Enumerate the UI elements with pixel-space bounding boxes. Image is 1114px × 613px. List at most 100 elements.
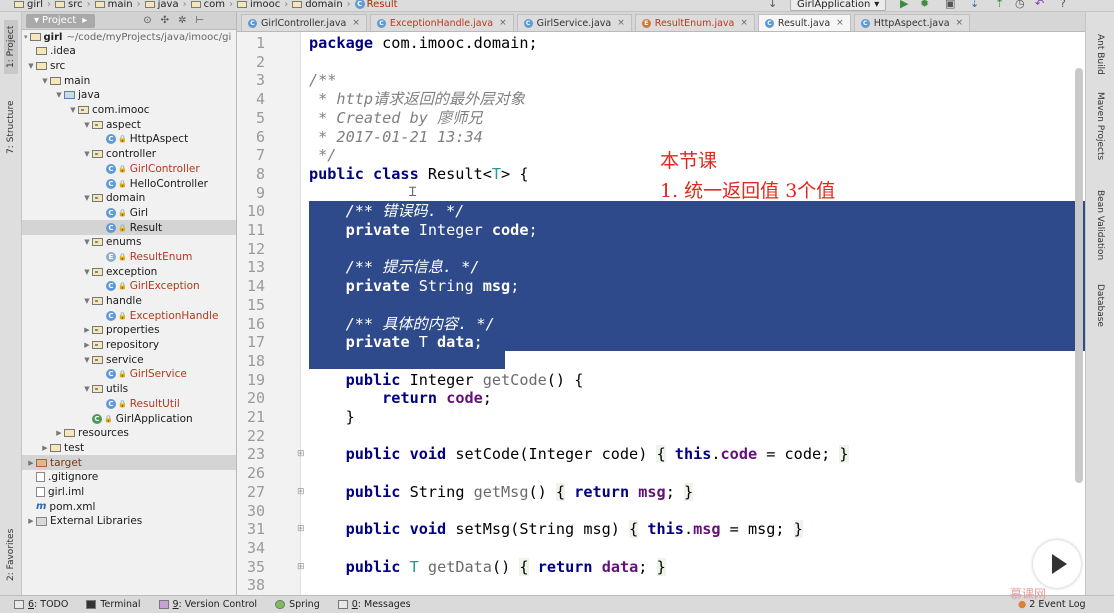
code-line[interactable] [301,502,1085,521]
tree-item[interactable]: ▼ java [22,88,236,103]
breadcrumb-girl[interactable]: girl › [14,0,51,10]
gear-icon[interactable]: ✲ [178,15,186,26]
code-line[interactable]: /** 提示信息. */ [301,258,1085,277]
hide-panel-icon[interactable]: ⊢ [195,15,204,26]
debug-icon[interactable]: ✹ [920,0,930,10]
code-line[interactable]: } [301,408,1085,427]
expand-arrow-icon[interactable]: ▼ [68,106,78,114]
code-line[interactable] [301,296,1085,315]
tree-item[interactable]: ▶ resources [22,426,236,441]
tree-item[interactable]: ▼ service [22,352,236,367]
close-icon[interactable]: × [352,18,360,28]
close-icon[interactable]: × [956,18,964,28]
code-line[interactable]: public void setMsg(String msg) { this.ms… [301,520,1085,539]
tree-item[interactable]: . idea [22,44,236,59]
expand-arrow-icon[interactable]: ▼ [82,238,92,246]
tab-favorites[interactable]: 2: Favorites [4,522,18,588]
tree-item[interactable]: ▼ src [22,59,236,74]
code-line[interactable]: public Integer getCode() { [301,371,1085,390]
editor-tab[interactable]: C GirlController.java × [241,14,367,31]
tab-structure[interactable]: 7: Structure [4,92,18,162]
expand-arrow-icon[interactable]: ▼ [82,268,92,276]
tree-item[interactable]: ▶ test [22,441,236,456]
tree-item[interactable]: ▶ External Libraries [22,514,236,529]
breadcrumb-imooc[interactable]: imooc › [236,0,288,10]
code-line[interactable]: private String msg; [301,277,1085,296]
code-line[interactable] [301,352,1085,371]
tab-ant-build[interactable]: Ant Build [1092,34,1108,86]
code-line[interactable]: private T data; [301,333,1085,352]
collapse-arrow-icon[interactable]: ▶ [40,444,50,452]
code-editor[interactable]: package com.imooc.domain; /** * http请求返回的… [237,32,1085,595]
run-configuration-select[interactable]: GirlApplication ▾ [790,0,887,11]
expand-arrow-icon[interactable]: ▼ [82,194,92,202]
tree-item[interactable]: C 🔒 ExceptionHandle [22,308,236,323]
video-play-button[interactable] [1033,540,1081,588]
collapse-arrow-icon[interactable]: ▶ [82,326,92,334]
tree-item[interactable]: ▼ handle [22,294,236,309]
tree-item[interactable]: ▼ domain [22,191,236,206]
tab-todo[interactable]: 6: TODO [14,599,68,610]
expand-arrow-icon[interactable]: ▼ [82,297,92,305]
code-line[interactable]: /** [301,71,1085,90]
code-line[interactable] [301,576,1085,595]
tree-item[interactable]: C 🔒 GirlController [22,162,236,177]
collapse-arrow-icon[interactable]: ▶ [82,341,92,349]
editor-scrollbar[interactable] [1075,68,1083,483]
editor-tab[interactable]: C GirlService.java × [516,14,632,31]
tree-item[interactable]: E 🔒 ResultEnum [22,250,236,265]
fold-expand-icon[interactable]: ⊞ [297,520,305,539]
close-icon[interactable]: × [617,18,625,28]
close-icon[interactable]: × [836,18,844,28]
code-line[interactable] [301,240,1085,259]
fold-expand-icon[interactable]: ⊞ [297,483,305,502]
tree-item[interactable]: ▼ exception [22,264,236,279]
code-line[interactable]: * http请求返回的最外层对象 [301,90,1085,109]
vcs-commit-icon[interactable]: ⇡ [995,0,1007,10]
tree-item[interactable]: C 🔒 GirlException [22,279,236,294]
build-icon[interactable]: ↧ [768,0,780,10]
tree-item[interactable]: ▼ utils [22,382,236,397]
expand-arrow-icon[interactable]: ▼ [82,356,92,364]
tab-messages[interactable]: 0: Messages [337,599,411,610]
code-line[interactable]: * Created by 廖师兄 [301,109,1085,128]
project-root[interactable]: ▾ girl ~/code/myProjects/java/imooc/gi [22,30,236,44]
tree-item[interactable]: ▼ controller [22,147,236,162]
code-line[interactable] [301,53,1085,72]
code-line[interactable]: return code; [301,389,1085,408]
editor-tab[interactable]: C Result.java × [757,14,851,31]
expand-arrow-icon[interactable]: ▼ [26,62,36,70]
breadcrumb-result[interactable]: C Result [354,0,398,10]
tab-maven-projects[interactable]: Maven Projects [1092,92,1108,182]
tree-item[interactable]: C 🔒 HttpAspect [22,132,236,147]
tree-item[interactable]: ▼ main [22,73,236,88]
editor-tab[interactable]: E ResultEnum.java × [634,14,755,31]
tree-item[interactable]: C 🔒 ResultUtil [22,397,236,412]
expand-arrow-icon[interactable]: ▼ [82,385,92,393]
tab-database[interactable]: Database [1092,284,1108,344]
tree-item[interactable]: C 🔒 GirlApplication [22,411,236,426]
tree-item[interactable]: . gitignore [22,470,236,485]
close-icon[interactable]: × [499,18,507,28]
collapse-arrow-icon[interactable]: ▶ [26,517,36,525]
breadcrumb-src[interactable]: src › [55,0,91,10]
editor-tab[interactable]: C ExceptionHandle.java × [369,14,514,31]
breadcrumb-main[interactable]: main › [94,0,141,10]
tree-item[interactable]: C 🔒 GirlService [22,367,236,382]
code-line[interactable] [301,539,1085,558]
tab-spring[interactable]: Spring [275,599,320,610]
tab-terminal[interactable]: Terminal [86,599,141,610]
collapse-arrow-icon[interactable]: ▶ [26,459,36,467]
history-icon[interactable]: ◷ [1015,0,1027,10]
fold-expand-icon[interactable]: ⊞ [297,558,305,577]
editor-tab[interactable]: C HttpAspect.java × [853,14,971,31]
tab-bean-validation[interactable]: Bean Validation [1092,190,1108,270]
code-line[interactable]: package com.imooc.domain; [301,34,1085,53]
breadcrumb-java[interactable]: java › [144,0,187,10]
code-line[interactable] [301,427,1085,446]
tree-item[interactable]: girl.iml [22,485,236,500]
run-icon[interactable]: ▶ [900,0,910,10]
tree-item[interactable]: ▶ repository [22,338,236,353]
tree-item[interactable]: ▼ aspect [22,117,236,132]
sync-icon[interactable]: ⊙ [143,15,151,26]
